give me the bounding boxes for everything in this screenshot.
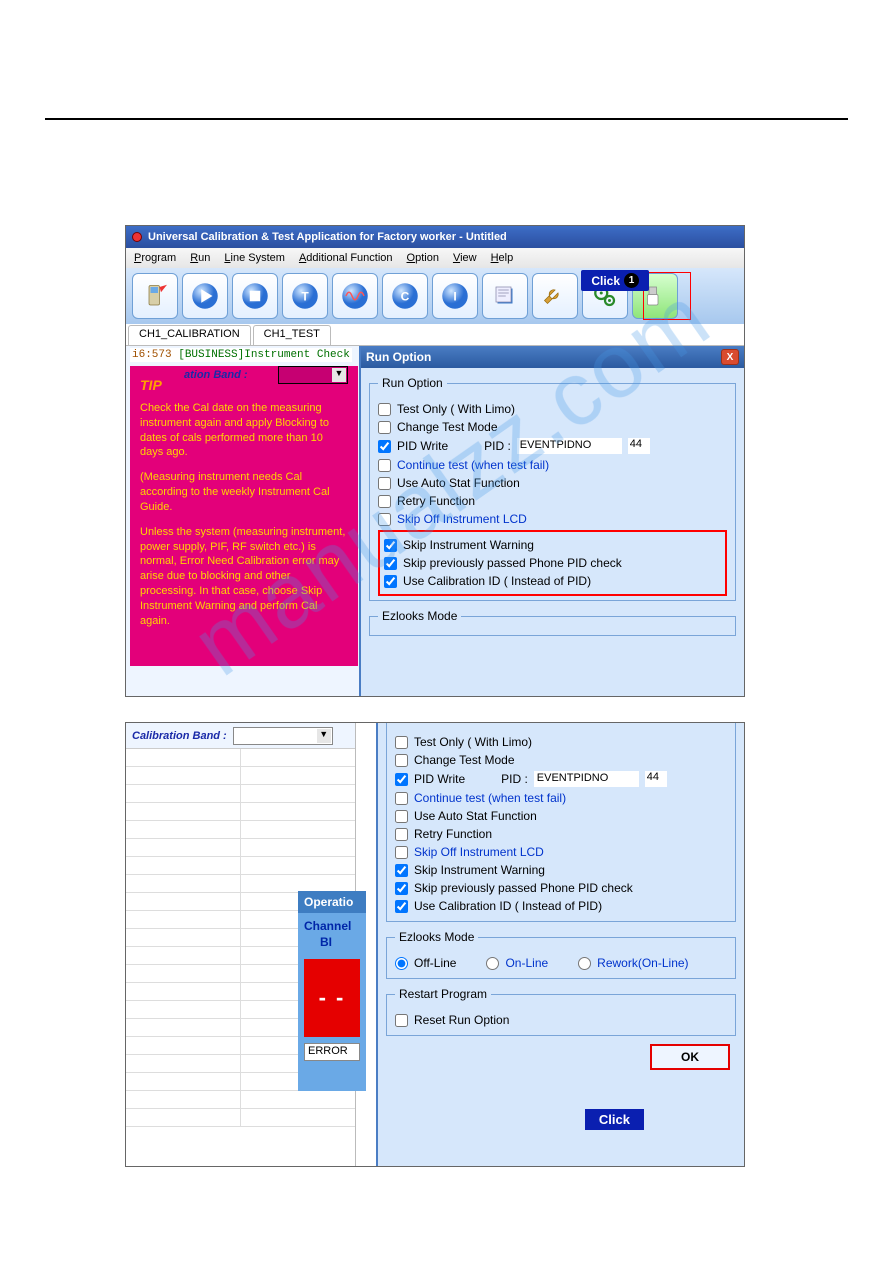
operation-panel: Operatio Channel BI - - ERROR	[298, 891, 366, 1091]
opt-skip-instrument-warning-2[interactable]: Skip Instrument Warning	[395, 863, 727, 877]
screenshot-1: Universal Calibration & Test Application…	[125, 225, 745, 697]
click-badge-2: Click	[585, 1109, 644, 1130]
channel-label: Channel	[298, 913, 366, 935]
run-option-legend: Run Option	[378, 376, 447, 390]
toolbar: T C I Click 1	[126, 268, 744, 324]
opt-pid-write-check-2[interactable]	[395, 773, 408, 786]
menu-help[interactable]: Help	[491, 252, 514, 264]
toolbar-doc-icon[interactable]	[482, 273, 528, 319]
pid-label: PID :	[484, 439, 511, 453]
svg-text:I: I	[453, 290, 456, 304]
error-field: ERROR	[304, 1043, 360, 1061]
ezlooks-group: Ezlooks Mode	[369, 609, 736, 636]
tip-cal-band-label: ation Band :	[184, 369, 248, 381]
menu-bar: Program Run Line System Additional Funct…	[126, 248, 744, 268]
opt-reset-run-option[interactable]: Reset Run Option	[395, 1013, 727, 1027]
tip-text-3: Unless the system (measuring instrument,…	[140, 525, 348, 629]
toolbar-i-icon[interactable]: I	[432, 273, 478, 319]
tab-ch1-calibration[interactable]: CH1_CALIBRATION	[128, 325, 251, 345]
restart-legend: Restart Program	[395, 987, 491, 1001]
menu-option[interactable]: Option	[407, 252, 439, 264]
menu-run[interactable]: Run	[190, 252, 210, 264]
app-icon	[132, 232, 142, 242]
opt-auto-stat-2[interactable]: Use Auto Stat Function	[395, 809, 727, 823]
window-titlebar: Universal Calibration & Test Application…	[126, 226, 744, 248]
dialog-titlebar: Run Option X	[361, 346, 744, 368]
menu-line-system[interactable]: Line System	[224, 252, 285, 264]
menu-view[interactable]: View	[453, 252, 477, 264]
pid-num-2: 44	[645, 771, 667, 787]
opt-auto-stat[interactable]: Use Auto Stat Function	[378, 476, 727, 490]
opt-pid-write-label-2: PID Write	[414, 772, 465, 786]
ezlooks-rework[interactable]: Rework(On-Line)	[578, 956, 688, 970]
pid-value-2: EVENTPIDNO	[534, 771, 639, 787]
opt-skip-passed-pid[interactable]: Skip previously passed Phone PID check	[384, 556, 721, 570]
tip-text-2: (Measuring instrument needs Cal accordin…	[140, 470, 348, 515]
toolbar-wave-icon[interactable]	[332, 273, 378, 319]
operation-header: Operatio	[298, 891, 366, 913]
screenshot-2: Calibration Band : O	[125, 722, 745, 1167]
opt-use-calibration-id[interactable]: Use Calibration ID ( Instead of PID)	[384, 574, 721, 588]
run-option-dialog-2: Test Only ( With Limo) Change Test Mode …	[376, 723, 744, 1166]
tip-panel: TIP Check the Cal date on the measuring …	[130, 366, 358, 666]
ezlooks-legend-2: Ezlooks Mode	[395, 930, 478, 944]
menu-program[interactable]: Program	[134, 252, 176, 264]
opt-pid-write-label: PID Write	[397, 439, 448, 453]
run-option-group: Run Option Test Only ( With Limo) Change…	[369, 376, 736, 601]
ezlooks-offline[interactable]: Off-Line	[395, 956, 456, 970]
toolbar-stop-icon[interactable]	[232, 273, 278, 319]
opt-skip-passed-pid-2[interactable]: Skip previously passed Phone PID check	[395, 881, 727, 895]
opt-retry[interactable]: Retry Function	[378, 494, 727, 508]
ok-button[interactable]: OK	[650, 1044, 730, 1070]
tip-cal-band-dropdown[interactable]	[278, 366, 348, 384]
restart-group: Restart Program Reset Run Option	[386, 987, 736, 1036]
close-icon[interactable]: X	[721, 349, 739, 365]
log-line: i6:573 [BUSINESS]Instrument Check	[130, 348, 352, 362]
cal-band-dropdown[interactable]	[233, 727, 333, 745]
tabs: CH1_CALIBRATION CH1_TEST	[126, 324, 744, 346]
toolbar-c-icon[interactable]: C	[382, 273, 428, 319]
highlighted-options: Skip Instrument Warning Skip previously …	[378, 530, 727, 596]
opt-skip-instrument-warning[interactable]: Skip Instrument Warning	[384, 538, 721, 552]
dialog-title: Run Option	[366, 350, 431, 364]
toolbar-wrench-icon[interactable]	[532, 273, 578, 319]
toolbar-highlight-box	[643, 272, 691, 320]
ezlooks-legend: Ezlooks Mode	[378, 609, 461, 623]
bi-label: BI	[298, 935, 366, 955]
run-option-group-2: Test Only ( With Limo) Change Test Mode …	[386, 723, 736, 922]
toolbar-play-icon[interactable]	[182, 273, 228, 319]
click-number-icon: 1	[624, 273, 639, 288]
status-red-box: - -	[304, 959, 360, 1037]
tab-ch1-test[interactable]: CH1_TEST	[253, 325, 331, 345]
opt-continue-test-2[interactable]: Continue test (when test fail)	[395, 791, 727, 805]
opt-change-test-mode[interactable]: Change Test Mode	[378, 420, 727, 434]
opt-retry-2[interactable]: Retry Function	[395, 827, 727, 841]
pid-value: EVENTPIDNO	[517, 438, 622, 454]
ezlooks-group-2: Ezlooks Mode Off-Line On-Line Rework(On-…	[386, 930, 736, 979]
opt-skip-off-lcd-2[interactable]: Skip Off Instrument LCD	[395, 845, 727, 859]
opt-test-only-2[interactable]: Test Only ( With Limo)	[395, 735, 727, 749]
opt-pid-write-check[interactable]	[378, 440, 391, 453]
svg-text:T: T	[301, 290, 309, 304]
opt-test-only[interactable]: Test Only ( With Limo)	[378, 402, 727, 416]
svg-text:C: C	[401, 290, 410, 304]
pid-num: 44	[628, 438, 650, 454]
opt-skip-off-lcd[interactable]: Skip Off Instrument LCD	[378, 512, 727, 526]
opt-use-calibration-id-2[interactable]: Use Calibration ID ( Instead of PID)	[395, 899, 727, 913]
window-title: Universal Calibration & Test Application…	[148, 231, 507, 243]
click-badge-1: Click 1	[581, 270, 649, 291]
toolbar-phone-icon[interactable]	[132, 273, 178, 319]
run-option-dialog: Run Option X Run Option Test Only ( With…	[359, 346, 744, 696]
cal-band-label: Calibration Band :	[132, 730, 227, 742]
opt-continue-test[interactable]: Continue test (when test fail)	[378, 458, 727, 472]
toolbar-t-icon[interactable]: T	[282, 273, 328, 319]
ezlooks-online[interactable]: On-Line	[486, 956, 548, 970]
pid-label-2: PID :	[501, 772, 528, 786]
tip-text-1: Check the Cal date on the measuring inst…	[140, 401, 348, 460]
menu-additional-function[interactable]: Additional Function	[299, 252, 393, 264]
opt-change-test-mode-2[interactable]: Change Test Mode	[395, 753, 727, 767]
